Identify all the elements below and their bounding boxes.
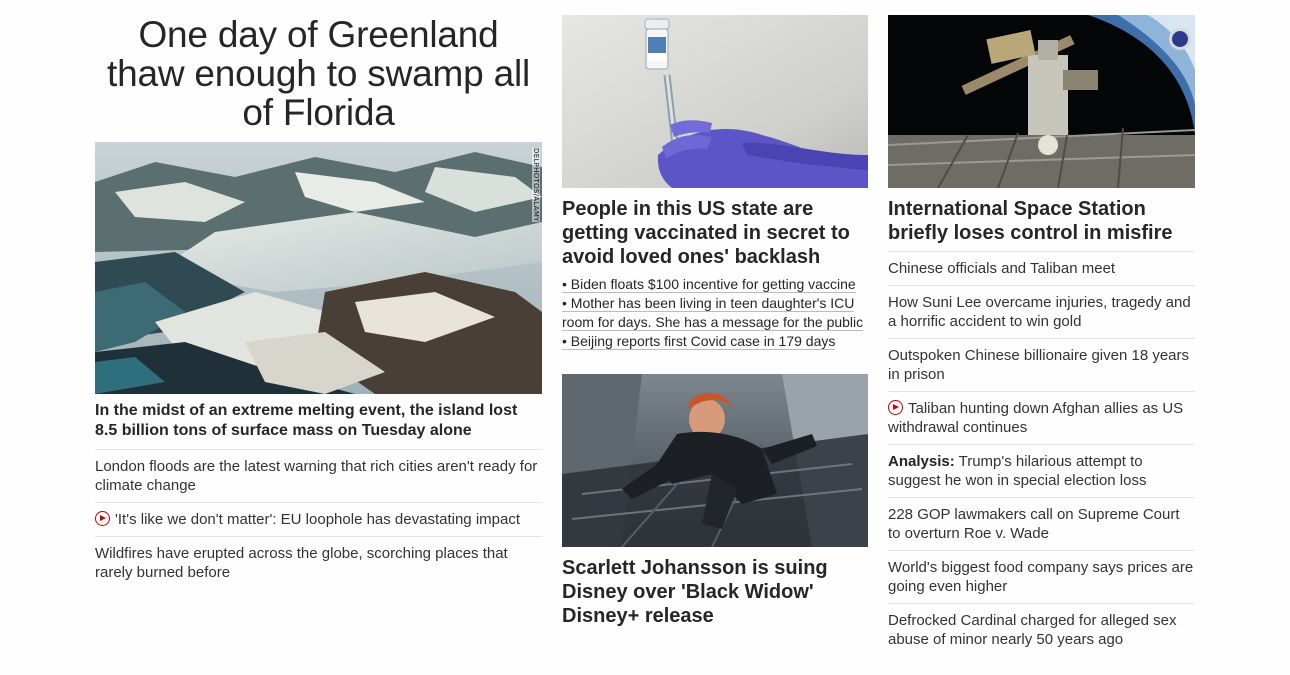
vaccine-story-card: People in this US state are getting vacc…	[562, 15, 868, 351]
play-circle-icon	[888, 400, 903, 415]
black-widow-story-headline[interactable]: Scarlett Johansson is suing Disney over …	[562, 547, 868, 634]
story-link[interactable]: London floods are the latest warning tha…	[95, 457, 542, 495]
list-item: • Biden floats $100 incentive for gettin…	[562, 275, 868, 294]
right-column: International Space Station briefly lose…	[888, 15, 1195, 656]
greenland-glacier-image[interactable]: DELPHOTOS/ALAMY	[95, 142, 542, 394]
black-widow-image[interactable]	[562, 374, 868, 547]
bullet-link[interactable]: • Beijing reports first Covid case in 17…	[562, 333, 836, 350]
story-link[interactable]: 228 GOP lawmakers call on Supreme Court …	[888, 505, 1195, 543]
list-item: Wildfires have erupted across the globe,…	[95, 536, 542, 589]
middle-column: People in this US state are getting vacc…	[562, 15, 868, 634]
story-link[interactable]: Taliban hunting down Afghan allies as US…	[888, 399, 1195, 437]
black-widow-story-card: Scarlett Johansson is suing Disney over …	[562, 374, 868, 634]
main-story-link[interactable]: In the midst of an extreme melting event…	[95, 394, 542, 449]
list-item: Analysis: Trump's hilarious attempt to s…	[888, 444, 1195, 497]
related-bullets-list: • Biden floats $100 incentive for gettin…	[562, 275, 868, 351]
related-stories-list: London floods are the latest warning tha…	[95, 449, 542, 589]
list-item: How Suni Lee overcame injuries, tragedy …	[888, 285, 1195, 338]
main-headline[interactable]: One day of Greenland thaw enough to swam…	[95, 15, 542, 132]
list-item: • Beijing reports first Covid case in 17…	[562, 332, 868, 351]
story-link[interactable]: Chinese officials and Taliban meet	[888, 259, 1195, 278]
story-link[interactable]: Defrocked Cardinal charged for alleged s…	[888, 611, 1195, 649]
story-link-text: Taliban hunting down Afghan allies as US…	[888, 400, 1184, 436]
image-credit: DELPHOTOS/ALAMY	[532, 148, 540, 222]
list-item: Outspoken Chinese billionaire given 18 y…	[888, 338, 1195, 391]
vaccine-story-headline[interactable]: People in this US state are getting vacc…	[562, 188, 868, 275]
list-item: • Mother has been living in teen daughte…	[562, 294, 868, 332]
space-station-image[interactable]	[888, 15, 1195, 188]
story-link[interactable]: Outspoken Chinese billionaire given 18 y…	[888, 346, 1195, 384]
space-station-headline[interactable]: International Space Station briefly lose…	[888, 188, 1195, 251]
list-item: Taliban hunting down Afghan allies as US…	[888, 391, 1195, 444]
headline-list: Chinese officials and Taliban meet How S…	[888, 251, 1195, 656]
list-item: 'It's like we don't matter': EU loophole…	[95, 502, 542, 536]
play-circle-icon	[95, 511, 110, 526]
story-link-text: 'It's like we don't matter': EU loophole…	[115, 511, 520, 528]
story-link[interactable]: Analysis: Trump's hilarious attempt to s…	[888, 452, 1195, 490]
list-item: 228 GOP lawmakers call on Supreme Court …	[888, 497, 1195, 550]
bullet-link[interactable]: • Mother has been living in teen daughte…	[562, 295, 864, 331]
analysis-label: Analysis:	[888, 453, 955, 470]
story-link[interactable]: 'It's like we don't matter': EU loophole…	[95, 510, 542, 529]
story-link[interactable]: How Suni Lee overcame injuries, tragedy …	[888, 293, 1195, 331]
bullet-link[interactable]: • Biden floats $100 incentive for gettin…	[562, 276, 856, 293]
list-item: Defrocked Cardinal charged for alleged s…	[888, 603, 1195, 656]
story-link[interactable]: Wildfires have erupted across the globe,…	[95, 544, 542, 582]
story-link[interactable]: World's biggest food company says prices…	[888, 558, 1195, 596]
vaccine-vial-image[interactable]	[562, 15, 868, 188]
list-item: London floods are the latest warning tha…	[95, 449, 542, 502]
list-item: World's biggest food company says prices…	[888, 550, 1195, 603]
main-story-column: One day of Greenland thaw enough to swam…	[95, 15, 542, 589]
list-item: Chinese officials and Taliban meet	[888, 251, 1195, 285]
